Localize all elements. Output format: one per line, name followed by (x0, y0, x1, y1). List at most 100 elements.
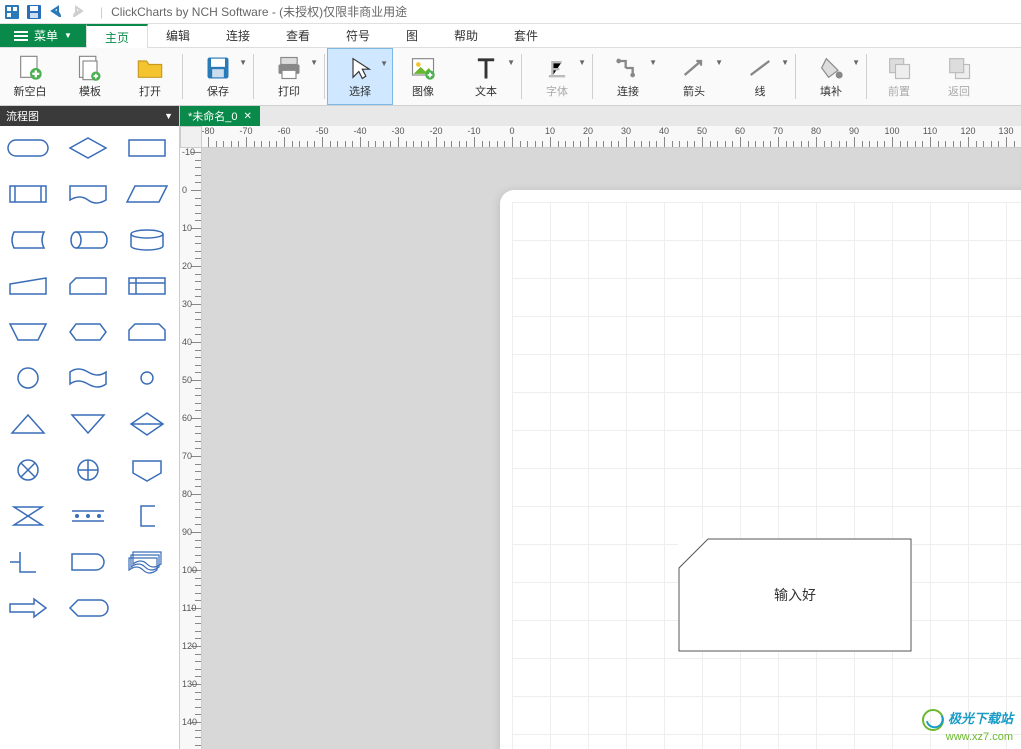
shape-database[interactable] (125, 226, 169, 254)
chevron-down-icon[interactable]: ▼ (239, 58, 247, 67)
canvas-area: *未命名_0 ✕ -80-70-60-50-40-30-20-100102030… (180, 106, 1021, 749)
shape-decision[interactable] (66, 134, 110, 162)
shape-loop-limit[interactable] (125, 318, 169, 346)
shape-text[interactable]: 输入好 (678, 538, 912, 652)
tool-text[interactable]: 文本 ▼ (453, 48, 519, 105)
watermark-logo-icon (922, 709, 944, 731)
shape-preparation[interactable] (66, 318, 110, 346)
shape-annotation[interactable] (125, 502, 169, 530)
chevron-down-icon: ▼ (64, 31, 72, 40)
tool-font[interactable]: 字体 ▼ (524, 48, 590, 105)
chevron-down-icon[interactable]: ▼ (715, 58, 723, 67)
tool-select[interactable]: 选择 ▼ (327, 48, 393, 105)
shape-tape[interactable] (66, 364, 110, 392)
shape-manual-op[interactable] (6, 318, 50, 346)
tab-view[interactable]: 查看 (268, 24, 328, 47)
tool-front[interactable]: 前置 (869, 48, 929, 105)
toolbar: 新空白 模板 打开 保存 ▼ 打印 ▼ 选择 ▼ 图像 文本 ▼ 字体 ▼ (0, 48, 1021, 106)
shape-arrow-right[interactable] (6, 594, 50, 622)
shape-manual-input[interactable] (6, 272, 50, 300)
tool-label: 箭头 (683, 83, 705, 99)
tool-open[interactable]: 打开 (120, 48, 180, 105)
app-icon (4, 4, 20, 20)
tab-home[interactable]: 主页 (86, 24, 148, 48)
document-tab[interactable]: *未命名_0 ✕ (180, 106, 260, 126)
close-icon[interactable]: ✕ (244, 111, 252, 122)
shape-delay[interactable] (66, 548, 110, 576)
save-quick-icon[interactable] (26, 4, 42, 20)
ruler-horizontal: -80-70-60-50-40-30-20-100102030405060708… (202, 126, 1021, 148)
tab-edit[interactable]: 编辑 (148, 24, 208, 47)
shape-merge[interactable] (66, 410, 110, 438)
shape-document[interactable] (66, 180, 110, 208)
canvas-shape-card[interactable]: 输入好 (678, 538, 912, 652)
shape-internal[interactable] (125, 272, 169, 300)
tool-save[interactable]: 保存 ▼ (185, 48, 251, 105)
menu-tab-label: 符号 (346, 27, 370, 44)
tab-help[interactable]: 帮助 (436, 24, 496, 47)
main-menu-label: 菜单 (34, 27, 58, 44)
sidebar-header[interactable]: 流程图 ▼ (0, 106, 179, 126)
chevron-down-icon[interactable]: ▼ (310, 58, 318, 67)
shape-connector[interactable] (6, 364, 50, 392)
ruler-vertical: -100102030405060708090100110120130140150… (180, 148, 202, 749)
shape-annotation2[interactable] (6, 548, 50, 576)
tool-image[interactable]: 图像 (393, 48, 453, 105)
tool-label: 打开 (139, 83, 161, 99)
toolbar-separator (253, 54, 254, 99)
tool-fill[interactable]: 填补 ▼ (798, 48, 864, 105)
save-icon (204, 55, 232, 81)
menu-tab-label: 编辑 (166, 27, 190, 44)
tab-chart[interactable]: 图 (388, 24, 436, 47)
shape-sum[interactable] (6, 456, 50, 484)
tool-template[interactable]: 模板 (60, 48, 120, 105)
main-menu-button[interactable]: 菜单 ▼ (0, 24, 86, 47)
chevron-down-icon[interactable]: ▼ (164, 111, 173, 121)
tool-arrow[interactable]: 箭头 ▼ (661, 48, 727, 105)
shape-offpage[interactable] (125, 456, 169, 484)
undo-icon[interactable] (48, 4, 64, 20)
shape-predefined[interactable] (6, 180, 50, 208)
shape-stored-data[interactable] (6, 226, 50, 254)
tool-new-blank[interactable]: 新空白 (0, 48, 60, 105)
shape-direct-data[interactable] (66, 226, 110, 254)
shape-data[interactable] (125, 180, 169, 208)
tool-label: 线 (755, 83, 766, 99)
toolbar-separator (866, 54, 867, 99)
tab-connect[interactable]: 连接 (208, 24, 268, 47)
tool-back[interactable]: 返回 (929, 48, 989, 105)
shape-transfer[interactable] (66, 502, 110, 530)
front-icon (885, 55, 913, 81)
shape-multidoc[interactable] (125, 548, 169, 576)
tab-suite[interactable]: 套件 (496, 24, 556, 47)
menu-tab-label: 主页 (105, 29, 129, 46)
shape-process[interactable] (125, 134, 169, 162)
shape-collate[interactable] (6, 502, 50, 530)
shape-extract[interactable] (6, 410, 50, 438)
shape-palette (0, 126, 179, 630)
chevron-down-icon[interactable]: ▼ (649, 58, 657, 67)
shape-sort[interactable] (125, 410, 169, 438)
chevron-down-icon[interactable]: ▼ (578, 58, 586, 67)
tool-print[interactable]: 打印 ▼ (256, 48, 322, 105)
line-icon (746, 55, 774, 81)
chevron-down-icon[interactable]: ▼ (852, 58, 860, 67)
page[interactable] (500, 190, 1021, 749)
tool-line[interactable]: 线 ▼ (727, 48, 793, 105)
shape-display2[interactable] (66, 594, 110, 622)
shape-terminator[interactable] (6, 134, 50, 162)
tool-connect[interactable]: 连接 ▼ (595, 48, 661, 105)
shape-small-circle[interactable] (125, 364, 169, 392)
canvas[interactable]: 输入好 (202, 148, 1021, 749)
chevron-down-icon[interactable]: ▼ (781, 58, 789, 67)
toolbar-separator (182, 54, 183, 99)
shape-card[interactable] (66, 272, 110, 300)
titlebar-separator: | (100, 5, 103, 19)
hamburger-icon (14, 31, 28, 41)
chevron-down-icon[interactable]: ▼ (380, 59, 388, 68)
chevron-down-icon[interactable]: ▼ (507, 58, 515, 67)
tab-symbol[interactable]: 符号 (328, 24, 388, 47)
shape-or[interactable] (66, 456, 110, 484)
tool-label: 打印 (278, 83, 300, 99)
arrow-icon (680, 55, 708, 81)
